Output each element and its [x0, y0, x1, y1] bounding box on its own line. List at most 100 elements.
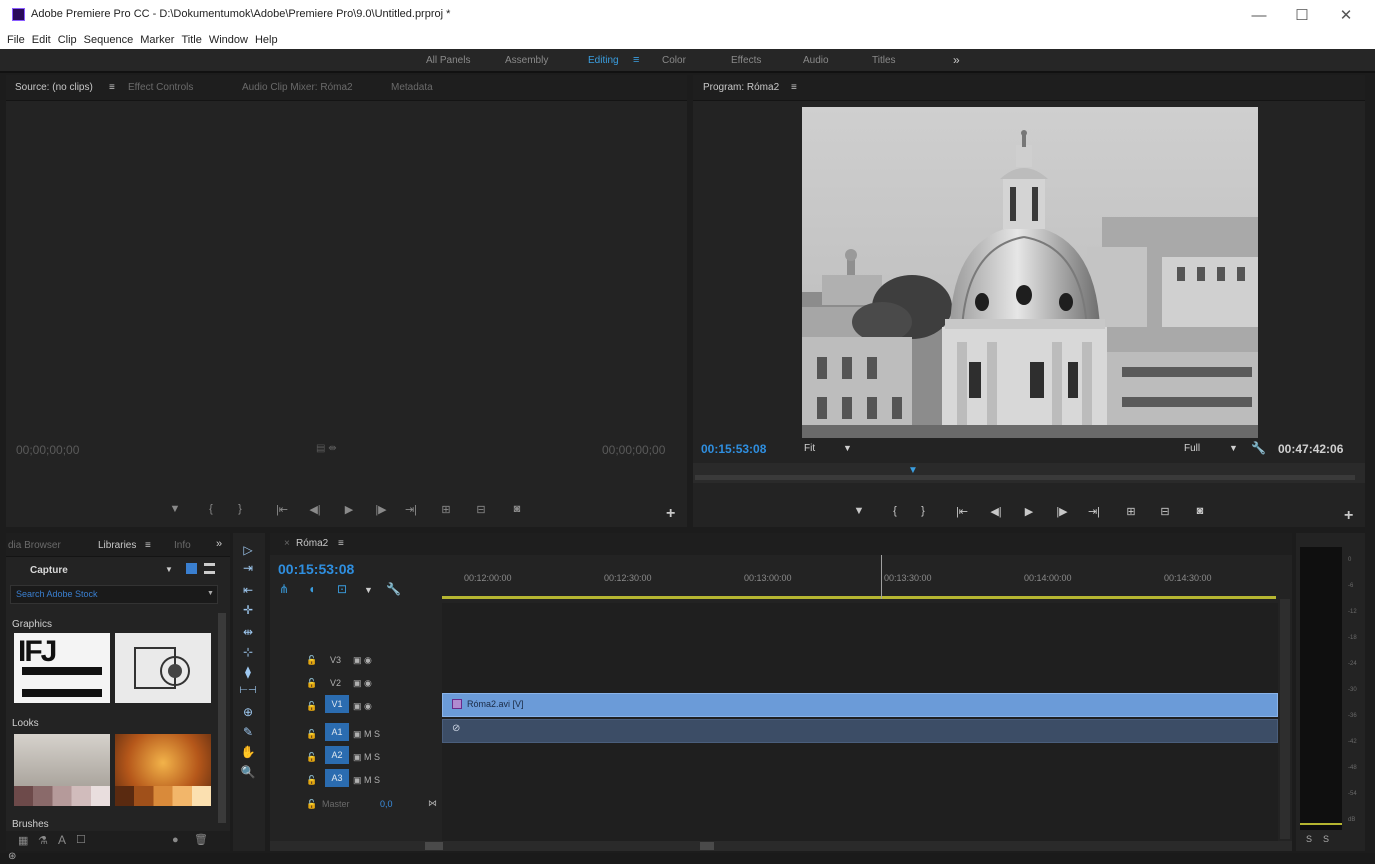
timeline-horizontal-scrollbar[interactable] [270, 841, 1292, 851]
editing-menu-icon[interactable]: ≡ [633, 54, 639, 66]
library-dropdown-icon[interactable]: ▼ [165, 565, 173, 574]
add-graphic-icon[interactable]: ▦ [18, 834, 28, 847]
pencil-icon[interactable]: ✎ [239, 725, 257, 739]
add-marker-button[interactable]: ▼ [850, 505, 868, 517]
step-forward-button[interactable]: |▶ [1053, 505, 1071, 518]
hand-tool-icon[interactable]: ✋ [239, 745, 257, 759]
timeline-timecode[interactable]: 00:15:53:08 [278, 561, 354, 577]
source-add-button[interactable]: + [666, 505, 675, 523]
export-frame-button[interactable]: ◙ [1191, 505, 1209, 517]
track-area[interactable]: Róma2.avi [V] ⊘ [442, 603, 1278, 843]
meter-solo-left-button[interactable]: S [1306, 834, 1312, 844]
play-button[interactable]: ▶ [340, 503, 358, 516]
tab-source[interactable]: Source: (no clips) [15, 82, 93, 93]
program-timecode-current[interactable]: 00:15:53:08 [701, 442, 766, 456]
menu-window[interactable]: Window [209, 31, 248, 49]
tab-effect-controls[interactable]: Effect Controls [128, 82, 193, 93]
workspace-titles[interactable]: Titles [872, 55, 896, 66]
fit-dropdown[interactable]: Fit [804, 443, 815, 454]
slip-tool-icon[interactable]: ⧫ [239, 665, 257, 679]
mark-in-button[interactable]: { [202, 503, 220, 515]
libraries-tab-menu-icon[interactable]: ≡ [145, 540, 151, 551]
play-button[interactable]: ▶ [1020, 505, 1038, 518]
track-v2-label[interactable]: V2 [330, 678, 341, 688]
go-to-out-button[interactable]: ⇥| [1085, 505, 1103, 518]
overwrite-button[interactable]: ⊟ [472, 503, 490, 516]
slide-tool-icon[interactable]: ⊢⊣ [239, 685, 257, 696]
linked-selection-icon[interactable]: ◖ [308, 582, 315, 596]
menu-edit[interactable]: Edit [32, 31, 51, 49]
work-area-bar[interactable] [442, 596, 1276, 599]
libraries-more-icon[interactable]: » [216, 538, 222, 550]
workspace-editing[interactable]: Editing [588, 55, 619, 66]
go-to-in-button[interactable]: |⇤ [953, 505, 971, 518]
go-to-in-button[interactable]: |⇤ [273, 503, 291, 516]
v2-track-icons[interactable]: ▣ ◉ [353, 678, 372, 689]
tab-media-browser[interactable]: dia Browser [8, 540, 61, 551]
workspace-effects[interactable]: Effects [731, 55, 761, 66]
graphic-thumbnail-2[interactable] [115, 633, 211, 703]
resolution-dropdown[interactable]: Full [1184, 443, 1200, 454]
master-lock-icon[interactable]: 🔓 [306, 799, 317, 810]
v1-lock-icon[interactable]: 🔓 [306, 701, 317, 712]
menu-file[interactable]: File [7, 31, 25, 49]
step-forward-button[interactable]: |▶ [372, 503, 390, 516]
razor-tool-icon[interactable]: ⊹ [239, 645, 257, 659]
tab-audio-clip-mixer[interactable]: Audio Clip Mixer: Róma2 [242, 82, 353, 93]
menu-clip[interactable]: Clip [58, 31, 77, 49]
libraries-scrollbar[interactable] [218, 613, 226, 823]
ripple-edit-tool-icon[interactable]: ⇤ [239, 583, 257, 597]
export-frame-button[interactable]: ◙ [508, 503, 526, 515]
search-input[interactable]: Search Adobe Stock [16, 589, 98, 599]
add-marker-icon[interactable]: ▼ [364, 585, 373, 595]
search-dropdown-icon[interactable]: ▼ [207, 590, 214, 597]
list-view-icon[interactable] [204, 563, 215, 574]
maximize-button[interactable]: ☐ [1287, 6, 1317, 26]
workspace-color[interactable]: Color [662, 55, 686, 66]
zoom-tool-icon[interactable]: 🔍 [239, 765, 257, 779]
v3-lock-icon[interactable]: 🔓 [306, 655, 317, 666]
timeline-settings-icon[interactable]: 🔧 [386, 582, 401, 596]
v1-track-icons[interactable]: ▣ ◉ [353, 701, 372, 712]
graphic-thumbnail-1[interactable]: IFJ [14, 633, 110, 703]
workspace-audio[interactable]: Audio [803, 55, 829, 66]
source-timecode-current[interactable]: 00;00;00;00 [16, 443, 79, 457]
timeline-tab-close-icon[interactable]: × [284, 538, 290, 549]
a2-lock-icon[interactable]: 🔓 [306, 752, 317, 763]
look-thumbnail-1[interactable] [14, 734, 110, 806]
track-a3-label[interactable]: A3 [325, 769, 349, 787]
sync-icon[interactable]: ● [172, 834, 179, 846]
go-to-out-button[interactable]: ⇥| [402, 503, 420, 516]
lift-button[interactable]: ⊞ [1122, 505, 1140, 518]
playhead-icon[interactable]: ▼ [908, 465, 918, 476]
v2-lock-icon[interactable]: 🔓 [306, 678, 317, 689]
source-tab-menu-icon[interactable]: ≡ [109, 82, 115, 93]
mark-out-button[interactable]: } [914, 505, 932, 517]
add-text-style-icon[interactable]: A [58, 833, 66, 847]
a3-track-icons[interactable]: ▣ M S [353, 775, 380, 786]
menu-help[interactable]: Help [255, 31, 278, 49]
a1-lock-icon[interactable]: 🔓 [306, 729, 317, 740]
snap-icon[interactable]: ⋔ [279, 582, 289, 596]
master-end-icon[interactable]: ⋈ [428, 798, 437, 809]
add-color-icon[interactable]: ⚗ [38, 834, 48, 847]
timeline-vertical-scrollbar[interactable] [1280, 599, 1290, 839]
insert-sequence-icon[interactable]: ⊡ [337, 582, 347, 596]
program-scrub-bar[interactable]: ▼ [693, 463, 1365, 483]
insert-button[interactable]: ⊞ [437, 503, 455, 516]
tab-roma2[interactable]: Róma2 [296, 538, 328, 549]
timeline-playhead[interactable] [881, 555, 882, 599]
source-drag-icons[interactable]: ▤ ⇼ [316, 443, 337, 454]
menu-sequence[interactable]: Sequence [84, 31, 134, 49]
timeline-ruler[interactable]: 00:12:00:00 00:12:30:00 00:13:00:00 00:1… [442, 555, 1278, 599]
step-back-button[interactable]: ◀| [987, 505, 1005, 518]
timeline-tab-menu-icon[interactable]: ≡ [338, 538, 344, 549]
pen-tool-icon[interactable]: ⊕ [239, 705, 257, 719]
search-adobe-stock-field[interactable]: Search Adobe Stock ▼ [10, 585, 218, 604]
look-thumbnail-2[interactable] [115, 734, 211, 806]
library-selector[interactable]: Capture ▼ [10, 560, 218, 582]
a2-track-icons[interactable]: ▣ M S [353, 752, 380, 763]
track-v1-label[interactable]: V1 [325, 695, 349, 713]
add-marker-button[interactable]: ▼ [166, 503, 184, 515]
workspace-assembly[interactable]: Assembly [505, 55, 548, 66]
